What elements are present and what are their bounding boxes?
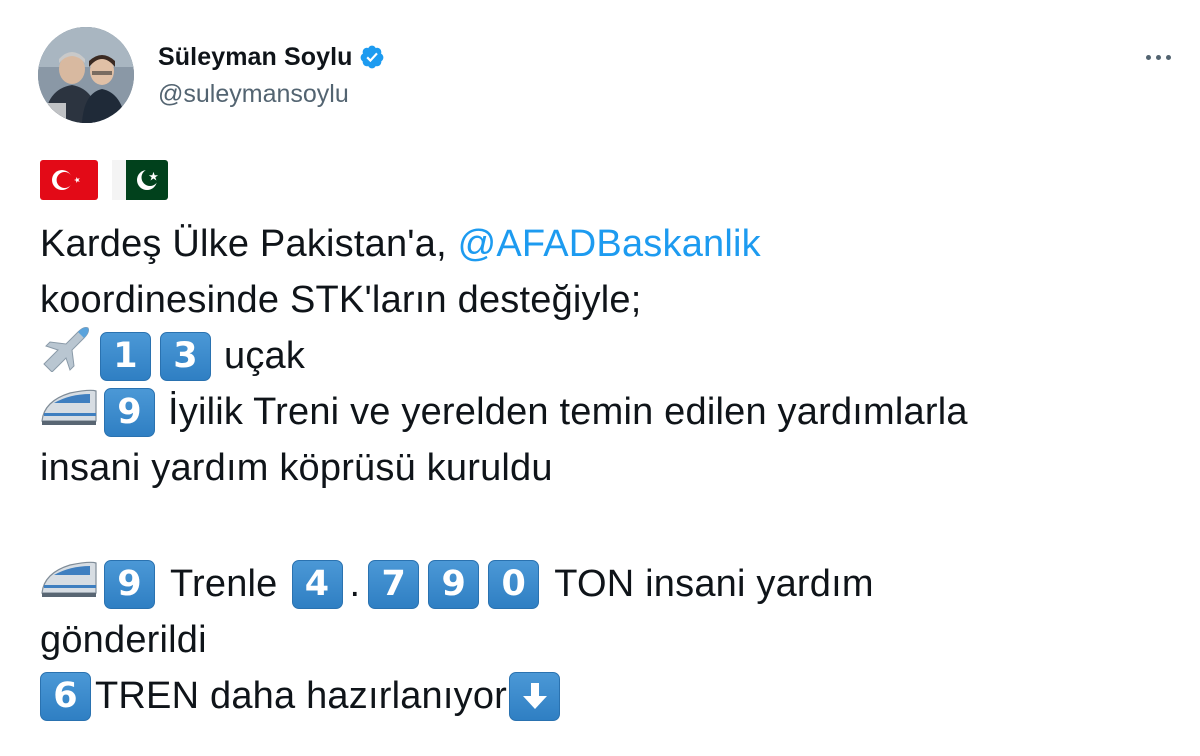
tweet-line-8: 6 TREN daha hazırlanıyor bbox=[40, 668, 1160, 724]
verified-badge-icon bbox=[359, 44, 385, 70]
keycap-digit: 6 bbox=[40, 671, 91, 721]
avatar-photo bbox=[38, 27, 134, 123]
text-segment: İyilik Treni ve yerelden temin edilen ya… bbox=[168, 391, 968, 433]
keycap-digit: 4 bbox=[291, 559, 343, 609]
tweet-line-6: 9 Trenle 4.790 TON insani yardım bbox=[40, 556, 1160, 612]
text-segment: insani yardım köprüsü kuruldu bbox=[40, 447, 553, 489]
more-options-button[interactable] bbox=[1138, 40, 1178, 74]
pakistan-flag-icon bbox=[112, 160, 168, 216]
tweet-line-2: koordinesinde STK'ların desteğiyle; bbox=[40, 272, 1160, 328]
turkey-flag-icon bbox=[40, 160, 98, 216]
mention-afad[interactable]: @AFADBaskanlik bbox=[458, 216, 761, 272]
author-name-row: Süleyman Soylu bbox=[158, 40, 385, 74]
keycap-digit: 3 bbox=[160, 331, 211, 381]
tweet-line-5: insani yardım köprüsü kuruldu bbox=[40, 440, 1160, 496]
text-segment: Kardeş Ülke Pakistan'a, bbox=[40, 223, 458, 265]
more-dot bbox=[1165, 54, 1171, 60]
more-dot bbox=[1145, 54, 1151, 60]
text-segment: TREN daha hazırlanıyor bbox=[95, 675, 508, 717]
text-segment: Trenle bbox=[170, 563, 278, 605]
text-segment: koordinesinde STK'ların desteğiyle; bbox=[40, 279, 642, 321]
decimal-separator: . bbox=[349, 563, 361, 605]
author-handle[interactable]: @suleymansoylu bbox=[158, 80, 349, 109]
more-dot bbox=[1155, 54, 1161, 60]
keycap-digit: 9 bbox=[428, 559, 480, 609]
keycap-digit: 1 bbox=[100, 331, 151, 381]
text-segment: TON insani yardım bbox=[554, 563, 874, 605]
tweet-line-1: Kardeş Ülke Pakistan'a, @AFADBaskanlik bbox=[40, 216, 1160, 272]
keycap-digit: 7 bbox=[368, 559, 420, 609]
flags-line bbox=[40, 160, 1160, 216]
high-speed-train-icon bbox=[40, 381, 98, 443]
text-segment: uçak bbox=[224, 335, 306, 377]
tweet-card: Süleyman Soylu @suleymansoylu Kardeş Ülk… bbox=[0, 0, 1200, 756]
down-arrow-icon bbox=[509, 671, 561, 721]
keycap-digit: 9 bbox=[104, 559, 155, 609]
high-speed-train-icon bbox=[40, 553, 98, 615]
author-name[interactable]: Süleyman Soylu bbox=[158, 43, 353, 72]
tweet-line-4: 9 İyilik Treni ve yerelden temin edilen … bbox=[40, 384, 1160, 440]
keycap-digit: 9 bbox=[104, 387, 155, 437]
tweet-text: Kardeş Ülke Pakistan'a, @AFADBaskanlik k… bbox=[40, 160, 1160, 724]
tweet-line-7: gönderildi bbox=[40, 612, 1160, 668]
text-segment: gönderildi bbox=[40, 619, 207, 661]
keycap-digit: 0 bbox=[488, 559, 540, 609]
author-avatar[interactable] bbox=[38, 27, 134, 123]
tweet-line-3: 13 uçak bbox=[40, 327, 1160, 384]
airplane-icon bbox=[40, 324, 94, 388]
